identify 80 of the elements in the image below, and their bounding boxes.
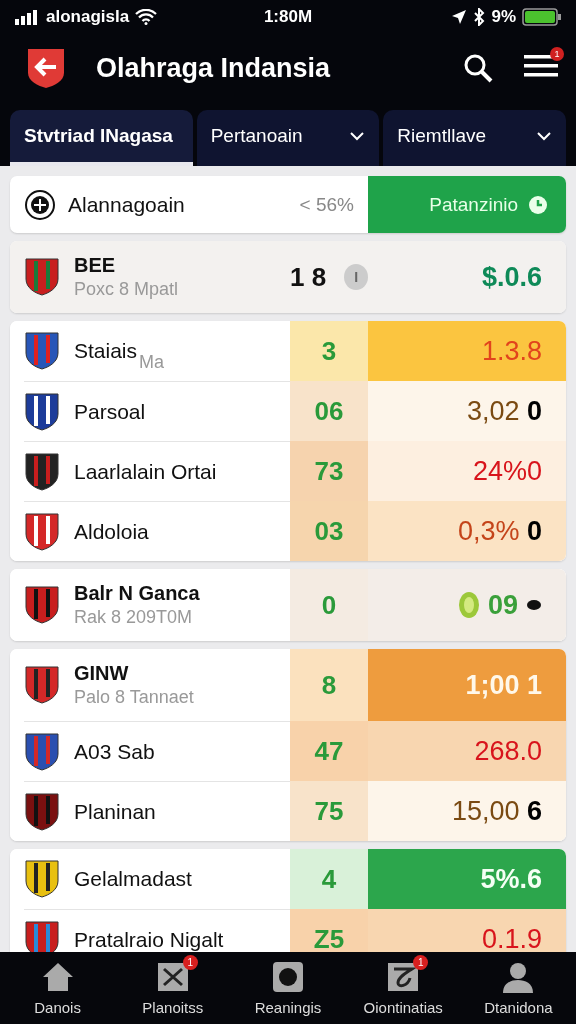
record-icon [271,960,305,993]
team-name: Aldoloia [74,519,149,544]
odds: 1;00 1 [465,669,542,701]
score: 47 [314,735,344,767]
crest-icon [24,451,60,492]
emblem-icon [24,188,56,221]
info-marker: I [344,264,368,290]
battery-percent: 9% [491,7,516,27]
menu-icon[interactable] [524,53,558,79]
match-info: Ma [139,352,165,373]
team-name: Pratalraio Nigalt [74,927,224,952]
match-info: Poxc 8 Mpatl [74,279,179,300]
odds: 09 [487,589,518,621]
tab[interactable]: Pertanoain [196,110,380,166]
match-info: Palo 8 Tannaet [74,687,194,708]
crest-icon [24,919,60,952]
bluetooth-icon [473,8,486,26]
team-name: BEE [74,254,117,277]
crest-icon [24,791,60,832]
crest-icon [24,665,60,705]
nav-tab[interactable]: Danois [0,952,116,1024]
crossed-box-icon [155,960,190,993]
person-icon [501,960,536,993]
tab[interactable]: Stvtriad INagasa [10,110,193,166]
odds: 24%0 [472,455,542,487]
team-name: Planinan [74,799,156,824]
nav-tab[interactable]: Dtanidona [460,952,576,1024]
crest-icon [24,731,60,772]
app-title: Olahraga Indansia [96,52,332,84]
score: Z5 [313,923,345,952]
location-icon [451,9,468,25]
score: 1 8 [290,261,327,293]
crest-icon [24,257,60,297]
nav-tab[interactable]: 1 Oiontinatias [345,952,461,1024]
odds: 268.0 [474,735,542,767]
team-name: Balr N Ganca [74,582,200,605]
back-icon[interactable] [26,47,66,89]
score: 06 [314,395,344,427]
team-name: Parsoal [74,399,146,424]
crest-icon [24,511,60,552]
score: 03 [314,515,344,547]
odds: 0,3% 0 [457,515,542,547]
team-name: GINW [74,662,130,685]
odds: 3,02 0 [466,395,542,427]
wifi-icon [135,9,158,25]
team-name: Gelalmadast [74,867,192,891]
clock-icon [528,194,548,215]
crest-icon [24,859,60,899]
odds: 5%.6 [480,863,542,895]
odds: 0.1.9 [481,923,542,952]
score: 0 [321,589,337,621]
filter-value: < 56% [299,193,354,216]
odds: 1.3.8 [481,335,542,367]
match-info: Rak 8 209T0M [74,607,194,628]
swirl-box-icon [386,960,421,993]
notification-badge: 1 [182,954,198,970]
team-name: Staiais [74,339,138,363]
score: 3 [321,335,337,367]
nav-tab[interactable]: 1 Planoitss [115,952,231,1024]
notification-badge: 1 [550,47,564,61]
tab[interactable]: Riemtllave [383,110,566,166]
crest-icon [24,585,60,625]
crest-icon [24,331,60,371]
signal-icon [14,9,40,25]
score: 73 [314,455,344,487]
filter-label: Alannagoain [68,192,185,217]
score: 8 [321,669,337,701]
notification-badge: 1 [413,954,429,970]
odds: 15,00 6 [451,795,542,827]
odds: $.0.6 [481,261,542,293]
team-name: A03 Sab [74,739,155,764]
score: 4 [321,863,337,895]
clock: 1:80M [263,7,313,27]
search-icon[interactable] [462,52,494,84]
crest-icon [24,391,60,432]
carrier-name: alonagisla [46,7,130,27]
nav-tab[interactable]: Reaningis [230,952,346,1024]
battery-icon [522,7,562,27]
team-name: Laarlalain Ortai [74,459,217,484]
score: 75 [314,795,344,827]
